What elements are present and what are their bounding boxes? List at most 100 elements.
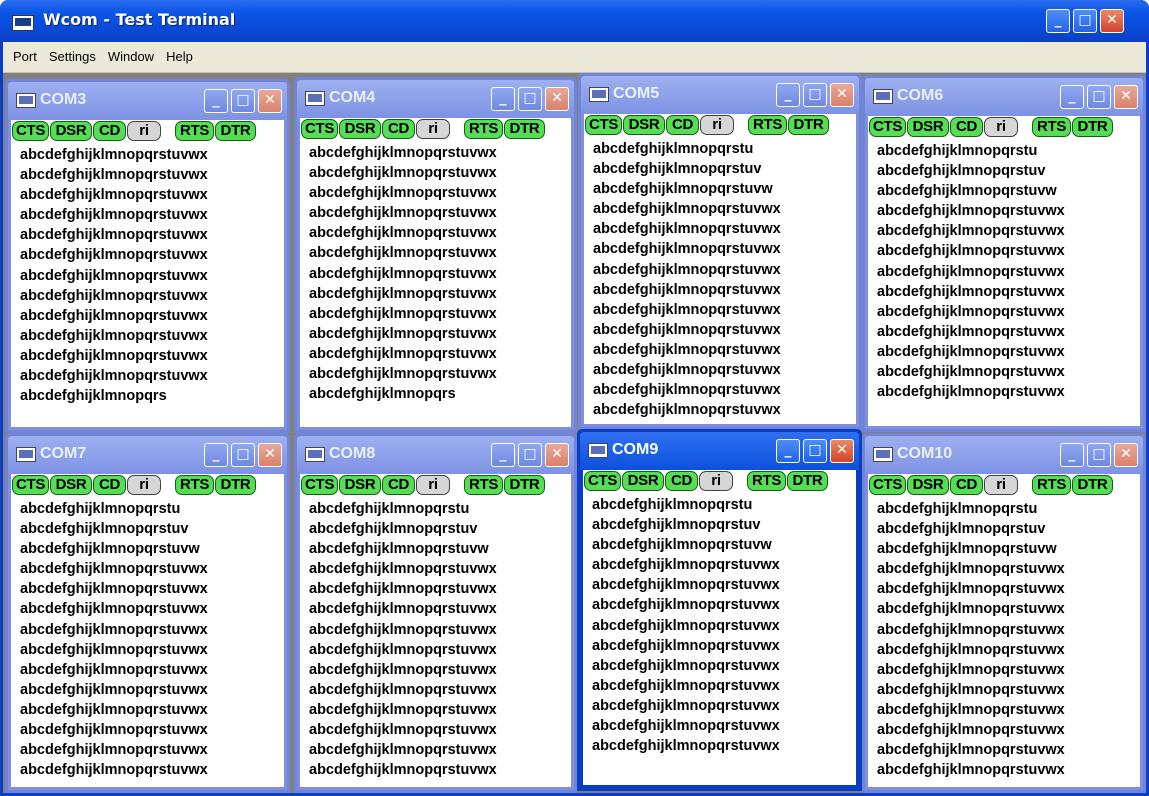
terminal-line: abcdefghijklmnopqrstuvw (877, 541, 1057, 558)
terminal-window-icon[interactable] (589, 87, 609, 102)
terminal-output[interactable]: CTS DSR CD ri RTS DTR abcdefghijklmnopqrstu abc… (300, 474, 571, 787)
terminal-window-icon[interactable] (16, 447, 36, 462)
signal-cts-indicator: CTS (12, 475, 49, 495)
terminal-line: abcdefghijklmnopqrstu (877, 143, 1038, 159)
terminal-output[interactable]: CTS DSR CD ri RTS DTR abcdefghijklmnopqrstuvwx… (300, 118, 571, 427)
terminal-window-icon[interactable] (588, 443, 608, 458)
menu-help[interactable]: Help (164, 42, 195, 72)
terminal-title-bar[interactable]: COM10 _ □ ✕ (865, 436, 1143, 474)
terminal-minimize-button[interactable]: _ (204, 443, 228, 467)
app-title: Wcom - Test Terminal (43, 10, 236, 29)
terminal-output[interactable]: CTS DSR CD ri RTS DTR abcdefghijklmnopqrstu abc… (868, 474, 1140, 787)
menu-settings[interactable]: Settings (47, 42, 98, 72)
signal-cts-indicator: CTS (869, 117, 906, 137)
terminal-line: abcdefghijklmnopqrstuvwx (20, 167, 208, 184)
terminal-minimize-button[interactable]: _ (1060, 443, 1084, 467)
terminal-line: abcdefghijklmnopqrstuvwx (309, 561, 497, 578)
terminal-title-bar[interactable]: COM3 _ □ ✕ (8, 82, 287, 120)
terminal-window-com7[interactable]: COM7 _ □ ✕ CTS DSR CD ri RTS DTR abcdefghijklmnopq… (5, 433, 290, 793)
terminal-maximize-button[interactable]: □ (518, 443, 542, 467)
terminal-line: abcdefghijklmnopqrstuvwx (592, 577, 780, 594)
terminal-line: abcdefghijklmnopqrstuvwx (593, 382, 781, 399)
terminal-window-com4[interactable]: COM4 _ □ ✕ CTS DSR CD ri RTS DTR abcdefghijklmnopq… (294, 77, 577, 433)
terminal-title-bar[interactable]: COM8 _ □ ✕ (297, 436, 574, 474)
terminal-close-button[interactable]: ✕ (1114, 85, 1138, 109)
terminal-window-icon[interactable] (873, 89, 893, 104)
minimize-button[interactable]: _ (1046, 9, 1070, 33)
terminal-line: abcdefghijklmnopqrstuvwx (877, 561, 1065, 578)
menu-port[interactable]: Port (11, 42, 39, 72)
terminal-line: abcdefghijklmnopqrstuvwx (877, 722, 1065, 739)
signal-cts-indicator: CTS (301, 475, 338, 495)
terminal-output[interactable]: CTS DSR CD ri RTS DTR abcdefghijklmnopqrstu abc… (868, 116, 1140, 426)
terminal-maximize-button[interactable]: □ (231, 89, 255, 113)
terminal-minimize-button[interactable]: _ (491, 443, 515, 467)
terminal-title-bar[interactable]: COM9 _ □ ✕ (580, 432, 859, 470)
terminal-close-button[interactable]: ✕ (258, 443, 282, 467)
app-icon[interactable] (12, 15, 34, 31)
terminal-close-button[interactable]: ✕ (545, 443, 569, 467)
terminal-line: abcdefghijklmnopqrstuv (309, 521, 478, 538)
terminal-title: COM6 (897, 87, 944, 104)
terminal-maximize-button[interactable]: □ (231, 443, 255, 467)
terminal-maximize-button[interactable]: □ (803, 83, 827, 107)
terminal-title-bar[interactable]: COM6 _ □ ✕ (865, 78, 1143, 116)
terminal-window-com5[interactable]: COM5 _ □ ✕ CTS DSR CD ri RTS DTR abcdefghijklmnopq… (578, 73, 862, 430)
signal-rts-indicator: RTS (464, 475, 503, 495)
received-text: abcdefghijklmnopqrstu abcdefghijklmnopqrs… (309, 499, 571, 780)
terminal-maximize-button[interactable]: □ (518, 87, 542, 111)
terminal-close-button[interactable]: ✕ (830, 439, 854, 463)
terminal-line: abcdefghijklmnopqrstuvwx (593, 301, 781, 318)
signal-dsr-indicator: DSR (623, 115, 665, 135)
title-bar[interactable]: Wcom - Test Terminal _ □ ✕ (0, 0, 1149, 42)
terminal-close-button[interactable]: ✕ (545, 87, 569, 111)
menu-window[interactable]: Window (106, 42, 156, 72)
terminal-minimize-button[interactable]: _ (776, 83, 800, 107)
terminal-title: COM9 (612, 441, 659, 458)
terminal-line: abcdefghijklmnopqrstuv (20, 521, 189, 538)
terminal-close-button[interactable]: ✕ (258, 89, 282, 113)
terminal-title-bar[interactable]: COM5 _ □ ✕ (581, 76, 859, 114)
signal-cd-indicator: CD (93, 475, 126, 495)
terminal-window-icon[interactable] (305, 91, 325, 106)
terminal-line: abcdefghijklmnopqrstuvwx (20, 327, 208, 344)
terminal-window-icon[interactable] (305, 447, 325, 462)
terminal-title-bar[interactable]: COM7 _ □ ✕ (8, 436, 287, 474)
terminal-title-bar[interactable]: COM4 _ □ ✕ (297, 80, 574, 118)
terminal-line: abcdefghijklmnopqrstuvwx (309, 265, 497, 282)
signal-cd-indicator: CD (666, 115, 699, 135)
terminal-output[interactable]: CTS DSR CD ri RTS DTR abcdefghijklmnopqrstu abc… (11, 474, 284, 787)
terminal-line: abcdefghijklmnopqrstuvwx (877, 243, 1065, 260)
terminal-line: abcdefghijklmnopqrstuvwx (309, 165, 497, 182)
signal-ri-indicator: ri (127, 121, 161, 141)
terminal-maximize-button[interactable]: □ (1087, 443, 1111, 467)
terminal-window-com10[interactable]: COM10 _ □ ✕ CTS DSR CD ri RTS DTR abcdefghijklmnop… (862, 433, 1146, 793)
terminal-minimize-button[interactable]: _ (204, 89, 228, 113)
terminal-maximize-button[interactable]: □ (803, 439, 827, 463)
maximize-button[interactable]: □ (1073, 9, 1097, 33)
terminal-output[interactable]: CTS DSR CD ri RTS DTR abcdefghijklmnopqrstuvwx… (11, 120, 284, 427)
terminal-line: abcdefghijklmnopqrstuvwx (20, 368, 208, 385)
terminal-close-button[interactable]: ✕ (1114, 443, 1138, 467)
terminal-minimize-button[interactable]: _ (776, 439, 800, 463)
close-button[interactable]: ✕ (1100, 9, 1124, 33)
signal-cd-indicator: CD (950, 475, 983, 495)
terminal-window-com6[interactable]: COM6 _ □ ✕ CTS DSR CD ri RTS DTR abcdefghijklmnopq… (862, 75, 1146, 432)
terminal-output[interactable]: CTS DSR CD ri RTS DTR abcdefghijklmnopqrstu abc… (583, 470, 856, 785)
terminal-line: abcdefghijklmnopqrstuvwx (877, 303, 1065, 320)
terminal-output[interactable]: CTS DSR CD ri RTS DTR abcdefghijklmnopqrstu abc… (584, 114, 856, 424)
terminal-line: abcdefghijklmnopqrstuvwx (592, 557, 780, 574)
terminal-minimize-button[interactable]: _ (1060, 85, 1084, 109)
terminal-close-button[interactable]: ✕ (830, 83, 854, 107)
terminal-window-icon[interactable] (873, 447, 893, 462)
terminal-line: abcdefghijklmnopqrstuvwx (877, 263, 1065, 280)
terminal-window-com8[interactable]: COM8 _ □ ✕ CTS DSR CD ri RTS DTR abcdefghijklmnopq… (294, 433, 577, 793)
terminal-minimize-button[interactable]: _ (491, 87, 515, 111)
terminal-window-icon[interactable] (16, 93, 36, 108)
terminal-window-com3[interactable]: COM3 _ □ ✕ CTS DSR CD ri RTS DTR abcdefghijklmnopq… (5, 79, 290, 433)
terminal-line: abcdefghijklmnopqrstuvwx (592, 677, 780, 694)
signal-rts-indicator: RTS (1032, 117, 1071, 137)
terminal-window-com9[interactable]: COM9 _ □ ✕ CTS DSR CD ri RTS DTR abcdefghijklmnopq… (577, 429, 862, 791)
terminal-maximize-button[interactable]: □ (1087, 85, 1111, 109)
signal-cd-indicator: CD (665, 471, 698, 491)
